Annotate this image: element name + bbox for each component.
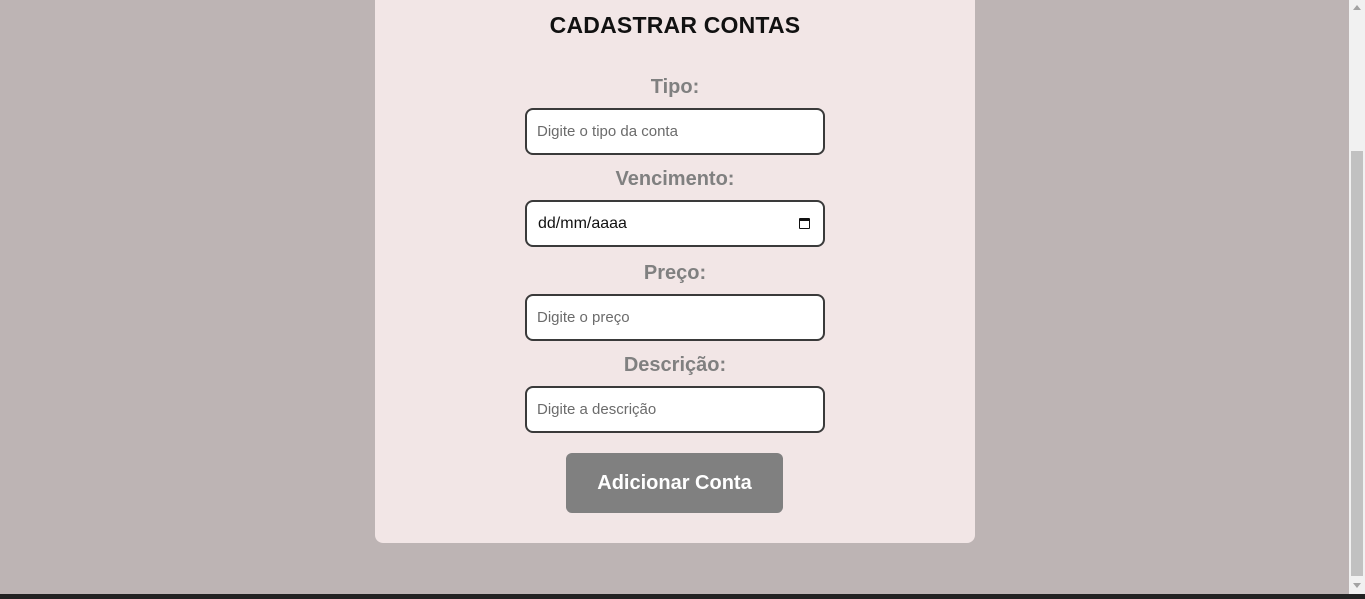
date-value: dd/mm/aaaa — [538, 214, 627, 232]
scroll-up-arrow-icon[interactable] — [1353, 5, 1361, 10]
page-title: CADASTRAR CONTAS — [549, 12, 801, 38]
scrollbar-thumb[interactable] — [1351, 151, 1363, 576]
vertical-scrollbar[interactable] — [1349, 0, 1365, 594]
vencimento-date-input[interactable]: dd/mm/aaaa — [525, 200, 825, 247]
scroll-down-arrow-icon[interactable] — [1353, 583, 1361, 588]
descricao-input[interactable] — [525, 386, 825, 433]
bottom-edge-bar — [0, 594, 1365, 599]
calendar-icon[interactable] — [799, 218, 810, 229]
descricao-label: Descrição: — [623, 354, 727, 376]
account-form-card: CADASTRAR CONTAS Tipo: Vencimento: dd/mm… — [375, 0, 975, 543]
tipo-label: Tipo: — [650, 76, 700, 98]
page-viewport: CADASTRAR CONTAS Tipo: Vencimento: dd/mm… — [0, 0, 1349, 594]
vencimento-label: Vencimento: — [615, 168, 735, 190]
preco-label: Preço: — [643, 262, 707, 284]
add-account-button[interactable]: Adicionar Conta — [566, 453, 783, 513]
tipo-input[interactable] — [525, 108, 825, 155]
preco-input[interactable] — [525, 294, 825, 341]
